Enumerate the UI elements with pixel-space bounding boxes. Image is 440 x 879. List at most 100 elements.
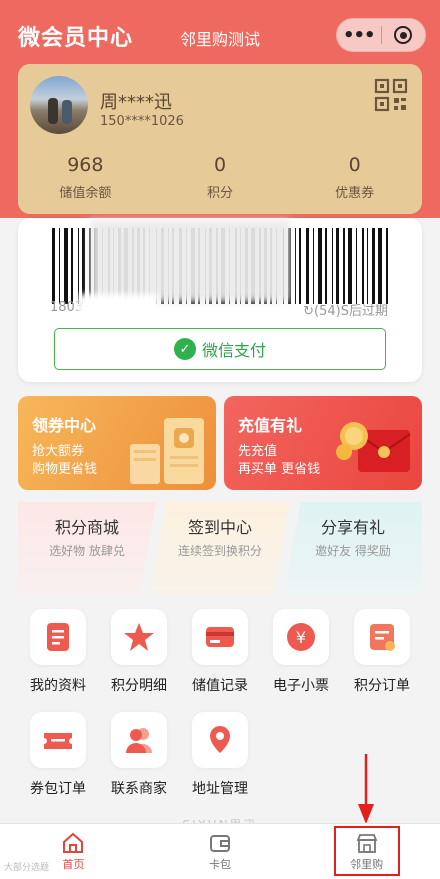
stat-points[interactable]: 0 积分 xyxy=(153,154,288,201)
tab-card-wallet[interactable]: 卡包 xyxy=(147,824,294,879)
grid-item-points-order[interactable]: 积分订单 xyxy=(342,609,422,695)
tab-label: 首页 xyxy=(62,857,85,871)
feature-subtitle: 连续签到换积分 xyxy=(177,544,262,558)
barcode-bar xyxy=(306,228,309,304)
profile-doc-icon xyxy=(47,623,69,651)
barcode-bar xyxy=(336,228,339,304)
grid-item-stored-value[interactable]: 储值记录 xyxy=(180,609,260,695)
wechat-pay-icon: ✓ xyxy=(173,338,196,360)
member-stats: 968 储值余额 0 积分 0 优惠券 xyxy=(18,154,422,201)
stat-value: 0 xyxy=(348,154,361,176)
grid-item-points-detail[interactable]: 积分明细 xyxy=(99,609,179,695)
barcode-bar xyxy=(71,228,73,304)
feature-title: 签到中心 xyxy=(187,518,252,537)
barcode-bar xyxy=(52,228,55,304)
star-icon xyxy=(124,623,154,651)
feature-subtitle: 邀好友 得奖励 xyxy=(315,544,391,558)
barcode-bar xyxy=(348,228,352,304)
grid-item-contact-merchant[interactable]: 联系商家 xyxy=(99,712,179,798)
grid-item-my-profile[interactable]: 我的资料 xyxy=(18,609,98,695)
receipt-yuan-icon: ¥ xyxy=(287,623,315,651)
red-envelope-icon xyxy=(336,422,411,472)
more-dots-icon[interactable]: ••• xyxy=(337,25,381,46)
stat-label: 优惠券 xyxy=(335,186,375,201)
wechat-pay-button[interactable]: ✓ 微信支付 xyxy=(54,328,386,370)
barcode-bar xyxy=(295,228,296,304)
user-phone: 150****1026 xyxy=(100,114,184,129)
avatar[interactable] xyxy=(30,76,88,134)
annotation-arrow xyxy=(358,754,374,824)
barcode-bar xyxy=(356,228,357,304)
location-icon xyxy=(210,726,230,753)
barcode-bar xyxy=(332,228,333,304)
stat-label: 积分 xyxy=(207,186,234,201)
recharge-gift-banner[interactable]: 充值有礼 先充值 再买单 更省钱 xyxy=(224,396,422,490)
grid-label: 券包订单 xyxy=(30,781,86,797)
checkin-center-card[interactable]: 签到中心 连续签到换积分 xyxy=(150,502,290,596)
member-card: 周****迅 150****1026 968 储值余额 0 积分 0 优惠券 xyxy=(18,64,422,214)
share-gift-card[interactable]: 分享有礼 邀好友 得奖励 xyxy=(284,502,422,596)
feature-subtitle: 选好物 放肆兑 xyxy=(49,544,125,558)
grid-label: 地址管理 xyxy=(192,781,248,797)
grid-label: 储值记录 xyxy=(192,678,248,694)
payment-code-card: 1803 ↻(54)S后过期 ✓ 微信支付 xyxy=(18,218,422,382)
barcode-privacy-blur xyxy=(90,220,290,302)
annotation-highlight-box xyxy=(334,826,400,876)
code-number-mask xyxy=(78,294,158,318)
coupon-center-banner[interactable]: 领券中心 抢大额券 购物更省钱 xyxy=(18,396,216,490)
grid-item-coupon-order[interactable]: 券包订单 xyxy=(18,712,98,798)
coupon-illustration-icon xyxy=(130,418,204,484)
wallet-icon xyxy=(210,834,230,852)
barcode-bar xyxy=(82,228,85,304)
barcode-bar xyxy=(386,228,388,304)
watermark: 大部分选题 xyxy=(4,863,50,873)
tab-label: 卡包 xyxy=(209,857,231,871)
barcode-bar xyxy=(64,228,68,304)
grid-item-address-manage[interactable]: 地址管理 xyxy=(180,712,260,798)
feature-title: 分享有礼 xyxy=(320,518,385,537)
card-icon xyxy=(206,627,234,647)
grid-item-e-receipt[interactable]: ¥ 电子小票 xyxy=(261,609,341,695)
stat-value: 0 xyxy=(213,154,227,176)
barcode-bar xyxy=(367,228,368,304)
barcode-bar xyxy=(59,228,60,304)
miniprogram-capsule: ••• xyxy=(336,18,426,52)
barcode-bar xyxy=(378,228,382,304)
barcode-bar xyxy=(78,228,79,304)
stat-label: 储值余额 xyxy=(59,186,112,201)
stat-value: 968 xyxy=(67,154,104,176)
promo-line1: 抢大额券 xyxy=(32,444,85,459)
promo-line1: 先充值 xyxy=(238,444,278,459)
grid-label: 积分明细 xyxy=(111,678,167,694)
promo-line2: 再买单 更省钱 xyxy=(238,462,321,477)
grid-label: 我的资料 xyxy=(30,678,86,694)
contact-icon xyxy=(126,728,152,753)
barcode-bar xyxy=(313,228,314,304)
grid-label: 电子小票 xyxy=(273,678,329,694)
qr-code-icon[interactable] xyxy=(374,78,408,112)
user-name: 周****迅 xyxy=(100,92,172,113)
barcode-bar xyxy=(362,228,364,304)
svg-text:¥: ¥ xyxy=(296,628,306,647)
barcode-bar xyxy=(325,228,327,304)
barcode-bar xyxy=(299,228,301,304)
wechat-pay-label: 微信支付 xyxy=(201,341,266,360)
promo-title: 充值有礼 xyxy=(238,416,303,435)
order-icon xyxy=(370,624,395,651)
grid-label: 联系商家 xyxy=(111,781,167,797)
promo-line2: 购物更省钱 xyxy=(32,462,98,477)
expire-text: (54)S后过期 xyxy=(314,304,388,319)
feature-title: 积分商城 xyxy=(54,518,119,537)
home-icon xyxy=(63,832,84,853)
stat-balance[interactable]: 968 储值余额 xyxy=(18,154,153,201)
barcode-bar xyxy=(343,228,345,304)
points-mall-card[interactable]: 积分商城 选好物 放肆兑 xyxy=(18,502,156,596)
barcode-bar xyxy=(318,228,322,304)
barcode-bar xyxy=(372,228,375,304)
ticket-icon xyxy=(44,733,72,749)
close-miniprogram-icon[interactable] xyxy=(381,26,425,44)
refresh-icon: ↻ xyxy=(303,304,315,319)
grid-label: 积分订单 xyxy=(354,678,410,694)
stat-coupons[interactable]: 0 优惠券 xyxy=(287,154,422,201)
code-expire-timer[interactable]: ↻(54)S后过期 xyxy=(303,300,388,319)
